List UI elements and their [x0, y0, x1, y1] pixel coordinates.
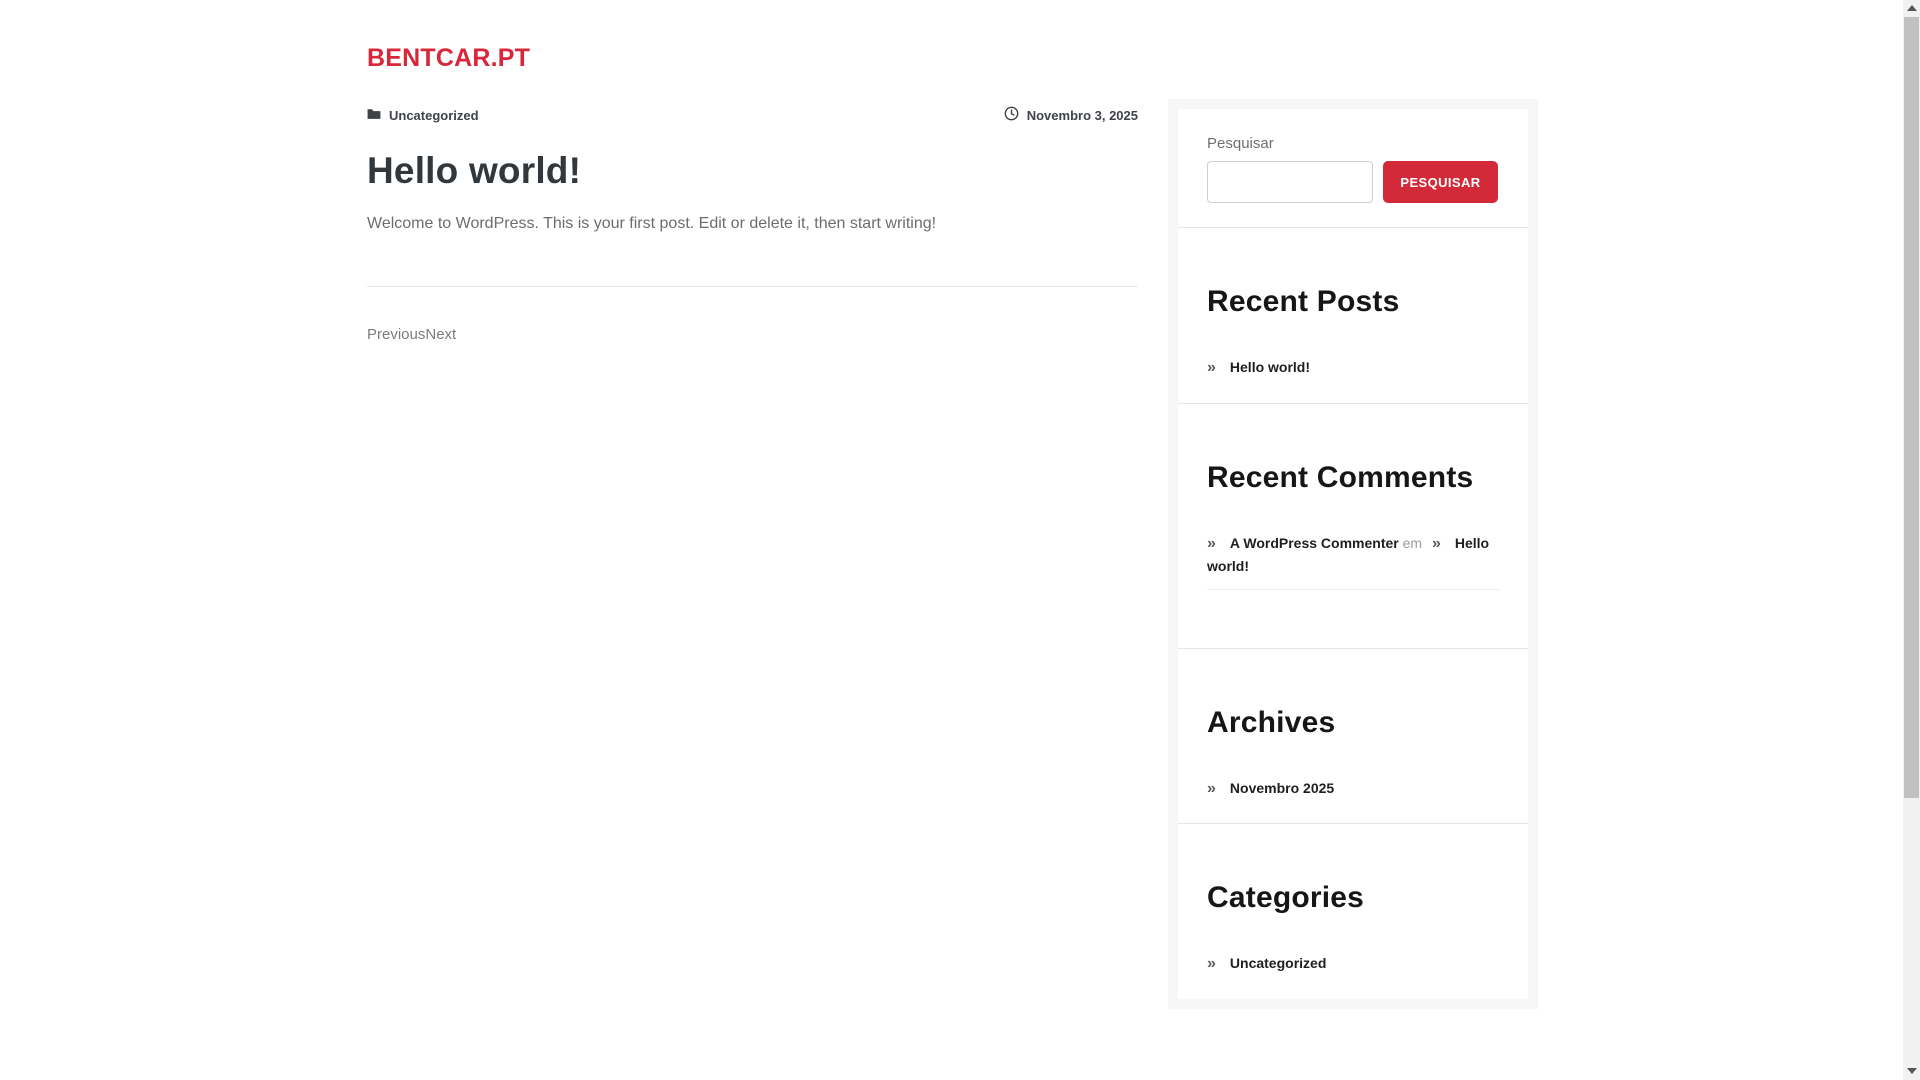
recent-comment-item: » A WordPress Commenter em » Hello world! — [1207, 532, 1499, 590]
double-chevron-icon: » — [1207, 359, 1216, 376]
site-title-link[interactable]: BENTCAR.PT — [367, 44, 530, 73]
main-content: BENTCAR.PT Uncategorized Novembro 3, 202… — [367, 44, 1138, 343]
post-category-link[interactable]: Uncategorized — [389, 108, 479, 123]
next-post-link[interactable]: Next — [425, 326, 456, 343]
previous-post-link[interactable]: Previous — [367, 326, 425, 343]
scrollbar-thumb[interactable] — [1904, 17, 1919, 798]
double-chevron-icon: » — [1207, 780, 1216, 797]
post-date: Novembro 3, 2025 — [1026, 107, 1138, 123]
post-date-meta: Novembro 3, 2025 — [1004, 106, 1138, 124]
archives-widget: Archives » Novembro 2025 — [1178, 649, 1528, 824]
double-chevron-icon: » — [1431, 535, 1441, 552]
recent-posts-title: Recent Posts — [1207, 285, 1400, 318]
categories-widget: Categories » Uncategorized — [1178, 824, 1528, 999]
search-submit-button[interactable]: PESQUISAR — [1383, 161, 1498, 203]
scrollbar-down-arrow-icon[interactable] — [1907, 1068, 1917, 1074]
recent-posts-widget: Recent Posts » Hello world! — [1178, 228, 1528, 404]
recent-comments-widget: Recent Comments » A WordPress Commenter e… — [1178, 404, 1528, 649]
archive-link[interactable]: Novembro 2025 — [1230, 780, 1334, 796]
search-input[interactable] — [1207, 161, 1373, 203]
post-title: Hello world! — [367, 150, 582, 191]
recent-post-item: » Hello world! — [1207, 356, 1499, 380]
post-body-text: Welcome to WordPress. This is your first… — [367, 215, 937, 232]
archive-item: » Novembro 2025 — [1207, 777, 1499, 801]
post-category-meta: Uncategorized — [367, 108, 479, 123]
sidebar: Pesquisar PESQUISAR Recent Posts » Hello … — [1168, 99, 1538, 1009]
folder-icon — [367, 108, 381, 123]
search-label: Pesquisar — [1207, 135, 1274, 152]
recent-comments-title: Recent Comments — [1207, 461, 1474, 494]
comment-author-link[interactable]: A WordPress Commenter — [1230, 535, 1399, 551]
search-widget: Pesquisar PESQUISAR — [1178, 109, 1528, 228]
scrollbar[interactable] — [1903, 0, 1920, 1080]
recent-post-link[interactable]: Hello world! — [1230, 359, 1310, 375]
scrollbar-up-arrow-icon[interactable] — [1907, 5, 1917, 11]
category-link[interactable]: Uncategorized — [1230, 955, 1326, 971]
post-meta: Uncategorized Novembro 3, 2025 — [367, 106, 1138, 124]
content-divider — [367, 285, 1138, 287]
double-chevron-icon: » — [1207, 955, 1216, 972]
archives-title: Archives — [1207, 706, 1336, 739]
category-item: » Uncategorized — [1207, 952, 1499, 976]
comment-connector: em — [1402, 535, 1423, 551]
clock-icon — [1004, 106, 1019, 124]
double-chevron-icon: » — [1207, 535, 1216, 552]
post-navigation: PreviousNext — [367, 326, 1138, 343]
sidebar-card: Pesquisar PESQUISAR Recent Posts » Hello … — [1178, 109, 1528, 999]
categories-title: Categories — [1207, 881, 1365, 914]
